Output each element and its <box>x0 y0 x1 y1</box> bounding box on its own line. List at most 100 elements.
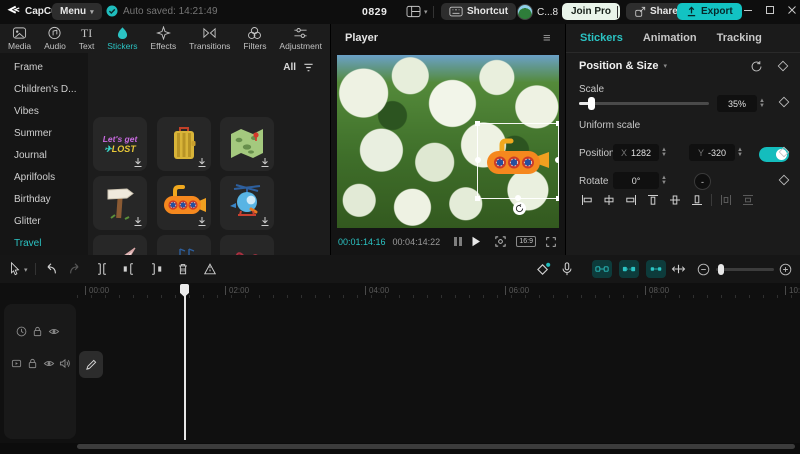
sticker-submarine[interactable] <box>157 176 211 230</box>
resize-handle[interactable] <box>475 121 480 126</box>
align-center-vertical-icon[interactable] <box>664 192 686 208</box>
rotate-handle[interactable] <box>513 202 526 215</box>
video-track-hide-icon[interactable] <box>43 358 55 369</box>
position-x-field[interactable]: X 1282 <box>613 144 659 161</box>
keyframe-diamond-icon[interactable] <box>778 96 790 108</box>
delete-left-icon[interactable] <box>122 262 136 276</box>
tab-inspector-tracking[interactable]: Tracking <box>717 32 762 44</box>
timeline-zoom-slider[interactable] <box>716 268 774 271</box>
keyframe-diamond-icon[interactable] <box>778 146 790 158</box>
video-track-mute-icon[interactable] <box>59 358 71 369</box>
tab-media[interactable]: Media <box>8 26 31 51</box>
tab-stickers[interactable]: Stickers <box>107 26 137 51</box>
tab-filters[interactable]: Filters <box>243 26 266 51</box>
redo-icon[interactable] <box>68 262 82 276</box>
sticker-suitcase[interactable] <box>157 117 211 171</box>
rotate-field[interactable]: 0° <box>613 172 659 189</box>
align-right-icon[interactable] <box>620 192 642 208</box>
category-summer[interactable]: Summer <box>0 123 88 145</box>
zoom-out-icon[interactable] <box>697 263 710 276</box>
filter-icon[interactable] <box>303 62 314 73</box>
resize-handle[interactable] <box>475 157 481 163</box>
scale-value-field[interactable]: 35% <box>717 95 757 112</box>
shortcut-button[interactable]: Shortcut <box>441 3 516 20</box>
magnet-toggle[interactable] <box>592 260 612 278</box>
sticker-helicopter[interactable] <box>220 176 274 230</box>
play-button[interactable] <box>471 236 481 247</box>
scale-stepper[interactable]: ▲▼ <box>759 95 765 112</box>
keyframe-diamond-icon[interactable] <box>777 60 789 72</box>
download-icon[interactable] <box>260 157 270 168</box>
filter-all-dropdown[interactable]: All <box>283 62 296 73</box>
sticker-selection-box[interactable] <box>477 123 559 199</box>
sticker-signpost[interactable] <box>93 176 147 230</box>
split-icon[interactable] <box>95 262 109 276</box>
keyframe-add-icon[interactable] <box>536 262 551 277</box>
export-button[interactable]: Export <box>677 3 742 20</box>
undo-icon[interactable] <box>44 262 58 276</box>
clip-edit-button[interactable] <box>79 351 103 378</box>
focus-icon[interactable] <box>494 235 507 248</box>
download-icon[interactable] <box>197 216 207 227</box>
category-vibes[interactable]: Vibes <box>0 101 88 123</box>
video-track-lock-icon[interactable] <box>27 358 38 369</box>
chevron-down-icon[interactable]: ▾ <box>24 266 28 274</box>
category-birthday[interactable]: Birthday <box>0 189 88 211</box>
tab-audio[interactable]: Audio <box>44 26 66 51</box>
category-journal[interactable]: Journal <box>0 145 88 167</box>
timeline-ruler[interactable]: 00:00 02:00 04:00 06:00 08:00 10:00 <box>0 283 800 300</box>
align-left-icon[interactable] <box>576 192 598 208</box>
delete-icon[interactable] <box>176 262 190 276</box>
scale-slider-track[interactable] <box>579 102 709 105</box>
account-button[interactable]: C...8 <box>517 4 558 20</box>
category-aprilfools[interactable]: Aprilfools <box>0 167 88 189</box>
resize-handle[interactable] <box>515 195 521 201</box>
menu-button[interactable]: Menu▾ <box>52 3 102 20</box>
window-maximize-button[interactable] <box>764 4 776 16</box>
window-minimize-button[interactable] <box>742 4 754 16</box>
zoom-in-icon[interactable] <box>779 263 792 276</box>
aspect-ratio-button[interactable]: 16:9 <box>516 236 536 247</box>
microphone-icon[interactable] <box>560 261 574 277</box>
sticker-lets-get-lost[interactable]: Let's get ✈LOST <box>93 117 147 171</box>
select-tool-icon[interactable] <box>8 261 22 276</box>
download-icon[interactable] <box>260 216 270 227</box>
tab-text[interactable]: TI Text <box>79 26 95 51</box>
distribute-horizontal-icon[interactable] <box>715 192 737 208</box>
sticker-track-duration-icon[interactable] <box>16 326 27 337</box>
category-glitter[interactable]: Glitter <box>0 211 88 233</box>
position-y-field[interactable]: Y -320 <box>689 144 735 161</box>
video-preview[interactable] <box>337 55 559 228</box>
tab-adjustment[interactable]: Adjustment <box>279 26 322 51</box>
timeline-zoom-handle[interactable] <box>718 264 724 275</box>
horizontal-scrollbar[interactable] <box>77 444 795 449</box>
rotate-dial[interactable]: - <box>694 173 711 190</box>
align-top-icon[interactable] <box>642 192 664 208</box>
tab-inspector-animation[interactable]: Animation <box>643 32 697 44</box>
resize-handle[interactable] <box>556 196 559 201</box>
keyframe-diamond-icon[interactable] <box>778 174 790 186</box>
align-center-horizontal-icon[interactable] <box>598 192 620 208</box>
category-childrens-day[interactable]: Children's D... <box>0 79 88 101</box>
tab-inspector-stickers[interactable]: Stickers <box>580 32 623 44</box>
category-frame[interactable]: Frame <box>0 57 88 79</box>
reset-icon[interactable] <box>750 60 763 73</box>
tab-transitions[interactable]: Transitions <box>189 26 230 51</box>
scale-slider-handle[interactable] <box>588 97 595 110</box>
chevron-down-icon[interactable]: ▾ <box>663 62 667 70</box>
resize-handle[interactable] <box>555 157 559 163</box>
pause-icon[interactable] <box>454 237 462 246</box>
playhead-line[interactable] <box>184 284 186 440</box>
preview-axis-icon[interactable] <box>671 262 686 276</box>
resize-handle[interactable] <box>475 196 480 201</box>
submarine-sticker[interactable] <box>482 136 552 182</box>
join-pro-button[interactable]: Join Pro <box>562 3 620 20</box>
tab-effects[interactable]: Effects <box>150 26 176 51</box>
window-close-button[interactable] <box>786 4 798 16</box>
snap-toggle[interactable] <box>646 260 666 278</box>
distribute-vertical-icon[interactable] <box>737 192 759 208</box>
sticker-track-hide-icon[interactable] <box>48 326 60 337</box>
sticker-ship[interactable] <box>157 235 211 255</box>
category-travel[interactable]: Travel <box>0 233 88 255</box>
sticker-paper-plane[interactable] <box>93 235 147 255</box>
